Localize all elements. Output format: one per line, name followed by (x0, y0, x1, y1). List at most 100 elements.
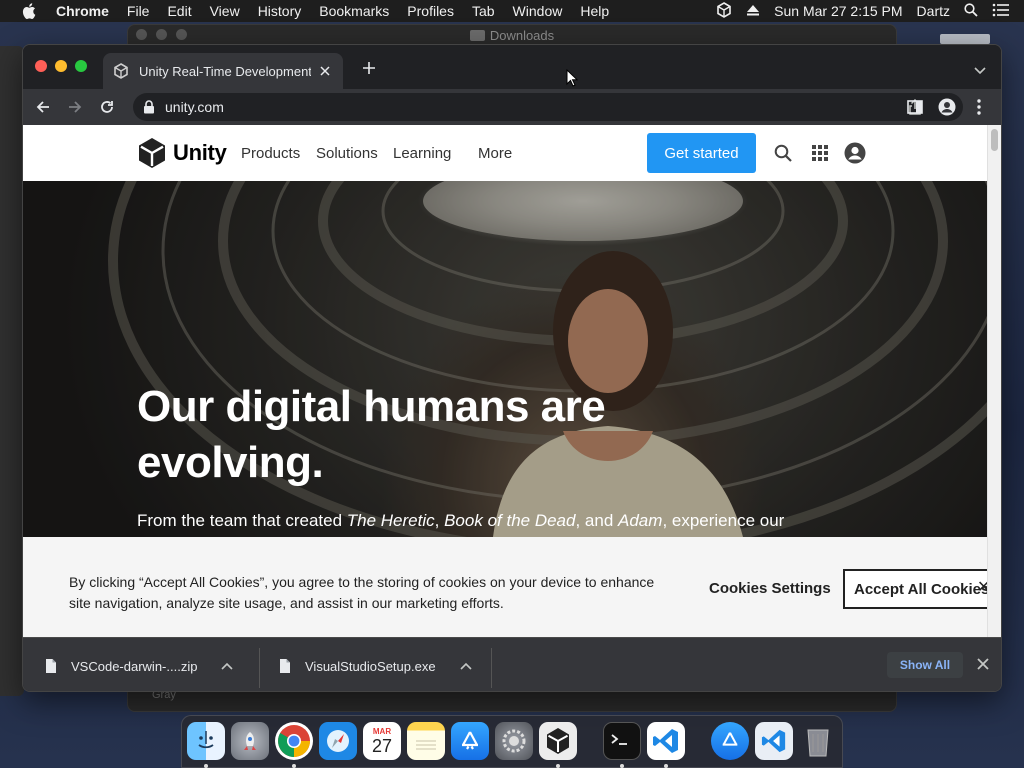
tab-close-icon[interactable] (317, 63, 333, 79)
apps-grid-icon[interactable] (808, 141, 832, 165)
search-icon[interactable] (771, 141, 795, 165)
side-panel-icon[interactable] (899, 93, 931, 121)
close-window-button[interactable] (35, 60, 47, 72)
menubar-clock[interactable]: Sun Mar 27 2:15 PM (774, 3, 902, 19)
reload-icon[interactable] (91, 93, 123, 121)
chevron-up-icon[interactable] (221, 662, 234, 670)
vscode-download-icon[interactable] (755, 722, 793, 760)
unity-favicon-icon (113, 63, 129, 79)
page-scrollbar[interactable] (987, 125, 1001, 637)
hero-sub-adam: Adam (618, 511, 663, 530)
tab-search-chevron-icon[interactable] (973, 63, 987, 75)
back-arrow-icon[interactable] (27, 93, 59, 121)
scrollbar-thumb[interactable] (991, 129, 998, 151)
downloads-shelf: VSCode-darwin-....zip VisualStudioSetup.… (23, 637, 1001, 691)
calendar-icon[interactable]: MAR 27 (363, 722, 401, 760)
unity-logo[interactable]: Unity (137, 137, 227, 169)
unity-status-icon[interactable] (716, 1, 732, 21)
running-indicator (292, 764, 296, 768)
cookies-settings-button[interactable]: Cookies Settings (709, 580, 831, 597)
file-icon (279, 659, 291, 673)
control-center-icon[interactable] (992, 3, 1010, 20)
launchpad-icon[interactable] (231, 722, 269, 760)
hero-subtitle: From the team that created The Heretic , … (137, 511, 784, 531)
downloads-close-icon[interactable] (977, 658, 991, 672)
tab-unity[interactable]: Unity Real-Time Development (103, 53, 343, 89)
unity-wordmark: Unity (173, 140, 227, 165)
trash-icon[interactable] (799, 722, 837, 760)
menu-tab[interactable]: Tab (463, 3, 504, 19)
hero-sub-suffix: , experience our (662, 511, 785, 530)
chrome-icon[interactable] (275, 722, 313, 760)
tab-strip: Unity Real-Time Development (23, 45, 1001, 89)
nav-solutions[interactable]: Solutions (316, 145, 378, 162)
finder-window-controls (136, 29, 196, 40)
site-header: Unity Products Solutions Learning More G… (23, 125, 989, 181)
lock-icon[interactable] (143, 100, 157, 114)
url-text[interactable]: unity.com (165, 99, 224, 115)
nav-more[interactable]: More (478, 145, 512, 162)
calendar-month: MAR (372, 726, 392, 736)
cookie-banner: By clicking “Accept All Cookies”, you ag… (23, 537, 1001, 637)
running-indicator (664, 764, 668, 768)
menu-view[interactable]: View (201, 3, 249, 19)
menu-bookmarks[interactable]: Bookmarks (310, 3, 398, 19)
profile-avatar-icon[interactable] (931, 93, 963, 121)
download-divider (259, 648, 260, 688)
account-icon[interactable] (843, 141, 867, 165)
get-started-button[interactable]: Get started (647, 133, 756, 173)
vscode-icon[interactable] (647, 722, 685, 760)
finder-window-title: Downloads (489, 27, 555, 43)
running-indicator (620, 764, 624, 768)
menu-help[interactable]: Help (571, 3, 618, 19)
hero-sub-heretic: The Heretic (346, 511, 435, 530)
finder-icon[interactable] (187, 722, 225, 760)
app-store-download-icon[interactable] (711, 722, 749, 760)
more-menu-icon[interactable] (963, 93, 995, 121)
nav-learning[interactable]: Learning (393, 145, 451, 162)
notes-icon[interactable] (407, 722, 445, 760)
download-item-visualstudio[interactable]: VisualStudioSetup.exe (279, 638, 472, 691)
spotlight-search-icon[interactable] (964, 2, 978, 20)
hero-sub-sep2: , and (575, 511, 619, 530)
safari-icon[interactable] (319, 722, 357, 760)
tab-title: Unity Real-Time Development (139, 63, 311, 79)
finder-titlebar: Downloads (128, 25, 896, 45)
forward-arrow-icon[interactable] (59, 93, 91, 121)
browser-toolbar: unity.com (23, 89, 1001, 125)
background-window-edge-right (940, 34, 990, 44)
folder-icon (469, 29, 485, 41)
menubar-user[interactable]: Dartz (917, 3, 950, 19)
system-preferences-icon[interactable] (495, 722, 533, 760)
dock: MAR 27 (181, 715, 843, 768)
new-tab-icon[interactable] (361, 60, 377, 76)
app-store-icon[interactable] (451, 722, 489, 760)
menu-window[interactable]: Window (504, 3, 572, 19)
menu-file[interactable]: File (118, 3, 159, 19)
download-item-vscode[interactable]: VSCode-darwin-....zip (45, 638, 234, 691)
hero-headline: Our digital humans are evolving. (137, 379, 737, 491)
show-all-downloads-button[interactable]: Show All (887, 652, 963, 678)
menu-bar: Chrome File Edit View History Bookmarks … (0, 0, 1024, 22)
minimize-window-button[interactable] (55, 60, 67, 72)
hero-section: Our digital humans are evolving. From th… (23, 181, 989, 537)
terminal-icon[interactable] (603, 722, 641, 760)
chevron-up-icon[interactable] (460, 662, 472, 670)
hero-sub-prefix: From the team that created (137, 511, 347, 530)
address-bar[interactable]: unity.com (133, 93, 963, 121)
hero-headline-line2: evolving. (137, 438, 324, 487)
download-divider (491, 648, 492, 688)
nav-products[interactable]: Products (241, 145, 300, 162)
menu-history[interactable]: History (249, 3, 311, 19)
eject-icon[interactable] (746, 3, 760, 19)
zoom-window-button[interactable] (75, 60, 87, 72)
menu-edit[interactable]: Edit (158, 3, 200, 19)
menu-app-chrome[interactable]: Chrome (52, 3, 118, 19)
menu-profiles[interactable]: Profiles (398, 3, 463, 19)
chrome-window: Unity Real-Time Development unity.com Un… (22, 44, 1002, 692)
page-viewport: Unity Products Solutions Learning More G… (23, 125, 1001, 637)
unity-hub-icon[interactable] (539, 722, 577, 760)
unity-logo-icon (139, 138, 165, 168)
download-filename: VisualStudioSetup.exe (305, 658, 436, 674)
apple-menu-icon[interactable] (20, 3, 38, 19)
